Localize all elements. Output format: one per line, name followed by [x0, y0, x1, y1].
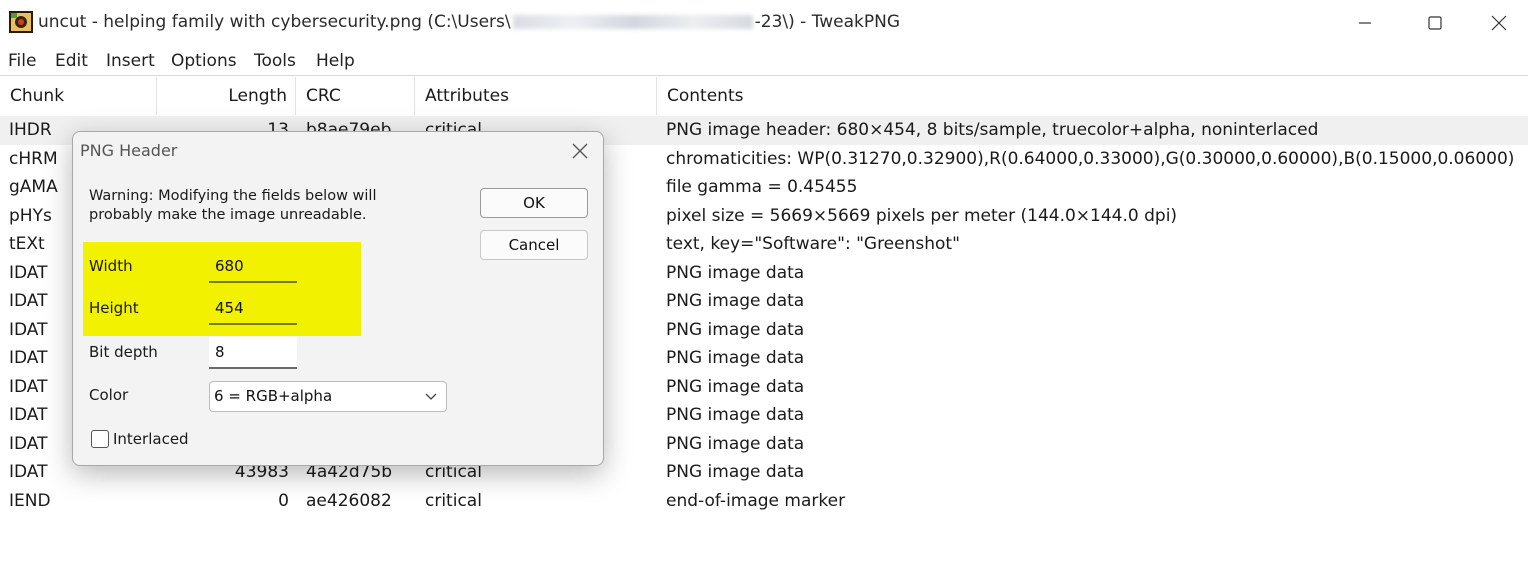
contents-cell: PNG image data: [666, 348, 805, 368]
crc-cell: ae426082: [306, 490, 392, 511]
dialog-close-button[interactable]: [567, 138, 593, 164]
attributes-cell: critical: [425, 490, 482, 511]
table-row[interactable]: IEND 0 ae426082 critical end-of-image marker: [0, 487, 1528, 516]
chunk-cell: IDAT: [9, 262, 48, 283]
column-header-attributes[interactable]: Attributes: [415, 77, 657, 115]
close-window-button[interactable]: [1470, 0, 1528, 46]
height-label: Height: [89, 299, 139, 317]
menu-insert[interactable]: Insert: [106, 51, 155, 71]
chunk-cell: IDAT: [9, 433, 48, 454]
minimize-button[interactable]: [1330, 0, 1400, 46]
column-header-crc[interactable]: CRC: [296, 77, 415, 115]
contents-cell: PNG image data: [666, 291, 805, 311]
contents-cell: text, key="Software": "Greenshot": [666, 234, 960, 254]
color-label: Color: [89, 386, 129, 404]
chunk-cell: IHDR: [9, 120, 52, 140]
contents-cell: pixel size = 5669×5669 pixels per meter …: [666, 205, 1178, 226]
maximize-button[interactable]: [1400, 0, 1470, 46]
interlaced-label: Interlaced: [113, 430, 189, 448]
menu-file[interactable]: File: [8, 51, 36, 71]
menu-tools[interactable]: Tools: [254, 51, 296, 71]
close-icon: [572, 143, 588, 159]
menu-options[interactable]: Options: [171, 51, 237, 71]
minimize-icon: [1359, 22, 1371, 24]
bit-depth-field[interactable]: [209, 336, 297, 369]
length-cell: 0: [278, 490, 289, 511]
chunk-cell: IDAT: [9, 405, 48, 425]
title-bar: uncut - helping family with cybersecurit…: [0, 0, 1528, 46]
redacted-path: [512, 15, 753, 29]
menu-help[interactable]: Help: [316, 51, 355, 71]
menu-edit[interactable]: Edit: [55, 51, 88, 71]
warning-text: Warning: Modifying the fields below will…: [89, 188, 377, 223]
contents-cell: file gamma = 0.45455: [666, 177, 858, 197]
chunk-cell: IDAT: [9, 462, 48, 482]
window-title: uncut - helping family with cybersecurit…: [38, 12, 900, 32]
window-title-prefix: uncut - helping family with cybersecurit…: [38, 12, 511, 32]
width-field[interactable]: [209, 250, 297, 283]
contents-cell: PNG image data: [666, 319, 805, 340]
column-header-chunk[interactable]: Chunk: [0, 77, 157, 115]
chunk-cell: tEXt: [9, 234, 45, 254]
column-header-length[interactable]: Length: [157, 77, 296, 115]
cancel-button[interactable]: Cancel: [480, 230, 588, 260]
chunk-cell: IDAT: [9, 348, 48, 368]
column-header-contents[interactable]: Contents: [657, 77, 1528, 115]
contents-cell: end-of-image marker: [666, 490, 846, 511]
color-select-value: 6 = RGB+alpha: [214, 387, 333, 405]
color-select[interactable]: 6 = RGB+alpha: [209, 381, 447, 412]
contents-cell: PNG image data: [666, 405, 805, 425]
height-field[interactable]: [209, 292, 297, 325]
chunk-cell: IEND: [9, 490, 51, 511]
menu-bar: File Edit Insert Options Tools Help: [0, 46, 1528, 76]
bit-depth-label: Bit depth: [89, 343, 158, 361]
interlaced-checkbox[interactable]: [91, 430, 109, 448]
contents-cell: PNG image data: [666, 433, 805, 454]
chunk-cell: IDAT: [9, 376, 48, 397]
chevron-down-icon: [425, 393, 437, 400]
window-title-suffix: -23\) - TweakPNG: [754, 12, 901, 32]
maximize-icon: [1428, 16, 1442, 30]
width-label: Width: [89, 257, 133, 275]
chunk-cell: cHRM: [9, 148, 58, 169]
chunk-table-header: Chunk Length CRC Attributes Contents: [0, 77, 1528, 115]
chunk-cell: IDAT: [9, 319, 48, 340]
ok-button[interactable]: OK: [480, 188, 588, 218]
dialog-title: PNG Header: [80, 141, 178, 160]
close-icon: [1491, 15, 1507, 31]
chunk-cell: pHYs: [9, 205, 52, 226]
contents-cell: PNG image data: [666, 462, 805, 482]
contents-cell: PNG image header: 680×454, 8 bits/sample…: [666, 120, 1319, 140]
chunk-cell: gAMA: [9, 177, 58, 197]
contents-cell: PNG image data: [666, 262, 805, 283]
png-header-dialog: PNG Header Warning: Modifying the fields…: [72, 131, 604, 466]
tweakpng-app-icon[interactable]: [9, 11, 33, 33]
contents-cell: chromaticities: WP(0.31270,0.32900),R(0.…: [666, 148, 1515, 169]
contents-cell: PNG image data: [666, 376, 805, 397]
chunk-cell: IDAT: [9, 291, 48, 311]
